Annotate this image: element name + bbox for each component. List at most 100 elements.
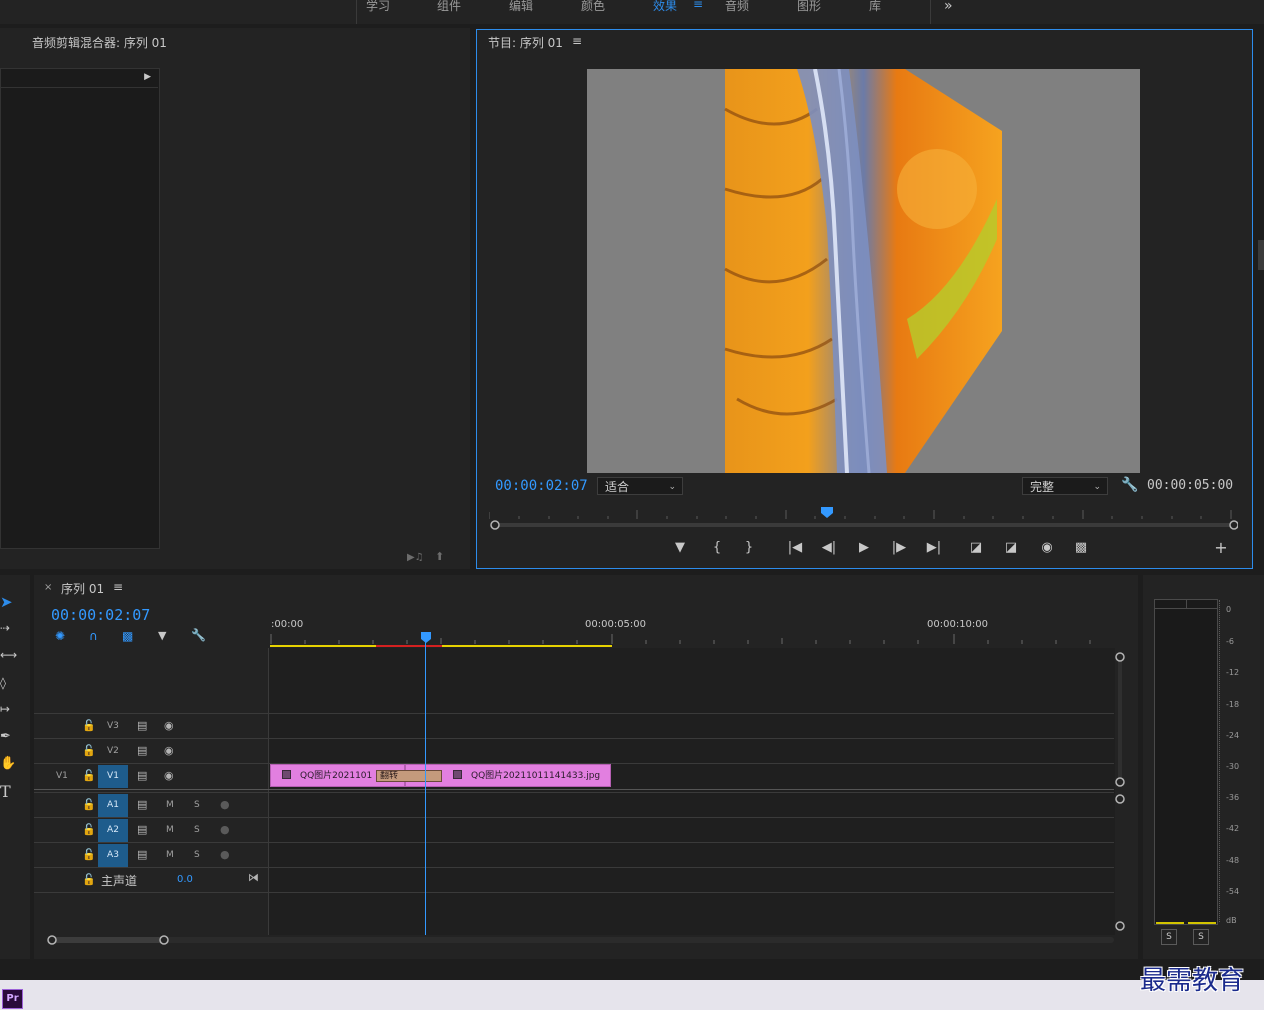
track-header-a2[interactable]: 🔓 A2 ▤ M S ● bbox=[34, 818, 269, 842]
loop-playback-icon[interactable]: ▶♫ bbox=[407, 552, 424, 563]
solo-right-button[interactable]: S bbox=[1193, 929, 1209, 945]
workspace-effects[interactable]: 效果 bbox=[653, 0, 677, 14]
mark-out-icon[interactable]: } bbox=[739, 540, 759, 555]
type-tool-icon[interactable]: T bbox=[0, 782, 11, 801]
track-target-a3[interactable]: A3 bbox=[98, 844, 128, 867]
mute-button[interactable]: M bbox=[166, 800, 174, 810]
sync-lock-icon[interactable]: ▤ bbox=[137, 823, 147, 836]
lock-icon[interactable]: 🔓 bbox=[82, 848, 96, 861]
meter-scale-label: 0 bbox=[1226, 605, 1232, 614]
solo-button[interactable]: S bbox=[194, 800, 200, 810]
step-forward-icon[interactable]: |▶ bbox=[889, 540, 909, 555]
zoom-fit-select[interactable]: 适合 ⌄ bbox=[597, 477, 683, 495]
eye-icon[interactable]: ◉ bbox=[164, 769, 174, 782]
workspace-graphics[interactable]: 图形 bbox=[797, 0, 821, 14]
solo-left-button[interactable]: S bbox=[1161, 929, 1177, 945]
workspace-editing[interactable]: 编辑 bbox=[509, 0, 533, 14]
master-volume-value[interactable]: 0.0 bbox=[177, 874, 193, 885]
comparison-view-icon[interactable]: ▩ bbox=[1071, 540, 1091, 555]
program-playhead[interactable] bbox=[820, 507, 834, 519]
lock-icon[interactable]: 🔓 bbox=[82, 798, 96, 811]
lock-icon[interactable]: 🔓 bbox=[82, 823, 96, 836]
workspace-libraries[interactable]: 库 bbox=[869, 0, 881, 14]
playhead-handle[interactable] bbox=[420, 632, 432, 644]
more-workspaces-icon[interactable]: » bbox=[944, 0, 953, 14]
workspace-color[interactable]: 颜色 bbox=[581, 0, 605, 14]
track-target-v1[interactable]: V1 bbox=[98, 765, 128, 788]
panel-menu-icon[interactable]: ≡ bbox=[113, 580, 123, 594]
sync-lock-icon[interactable]: ▤ bbox=[137, 744, 147, 757]
track-select-tool-icon[interactable]: ⇢ bbox=[0, 621, 10, 635]
track-header-a3[interactable]: 🔓 A3 ▤ M S ● bbox=[34, 843, 269, 867]
snap-magnet-icon[interactable]: ∩ bbox=[89, 629, 98, 643]
workspace-audio[interactable]: 音频 bbox=[725, 0, 749, 14]
workspace-assembly[interactable]: 组件 bbox=[437, 0, 461, 14]
panel-menu-icon[interactable]: ≡ bbox=[572, 34, 582, 48]
track-header-v1[interactable]: V1 🔓 V1 ▤ ◉ bbox=[34, 764, 269, 788]
program-time-ruler[interactable] bbox=[488, 507, 1239, 537]
microphone-icon[interactable]: ● bbox=[220, 848, 230, 861]
step-back-icon[interactable]: ◀| bbox=[819, 540, 839, 555]
insert-nest-icon[interactable]: ✺ bbox=[55, 629, 65, 643]
lock-icon[interactable]: 🔓 bbox=[82, 873, 96, 886]
eye-icon[interactable]: ◉ bbox=[164, 719, 174, 732]
track-header-v2[interactable]: 🔓 V2 ▤ ◉ bbox=[34, 739, 269, 763]
window-scroll-handle[interactable] bbox=[1258, 240, 1264, 270]
sync-lock-icon[interactable]: ▤ bbox=[137, 769, 147, 782]
vertical-zoom-scroll[interactable] bbox=[1112, 648, 1128, 938]
meter-scale-label: -48 bbox=[1226, 856, 1240, 865]
playback-resolution-select[interactable]: 完整 ⌄ bbox=[1022, 477, 1108, 495]
export-frame-camera-icon[interactable]: ◉ bbox=[1037, 540, 1057, 555]
lift-icon[interactable]: ◪ bbox=[966, 540, 986, 555]
workspace-learning[interactable]: 学习 bbox=[366, 0, 390, 14]
microphone-icon[interactable]: ● bbox=[220, 798, 230, 811]
track-target-a1[interactable]: A1 bbox=[98, 794, 128, 817]
sync-lock-icon[interactable]: ▤ bbox=[137, 798, 147, 811]
go-to-edit-point-icon[interactable]: ⧒ bbox=[248, 871, 259, 884]
settings-wrench-icon[interactable]: 🔧 bbox=[1121, 477, 1138, 493]
go-to-in-icon[interactable]: |◀ bbox=[785, 540, 805, 555]
solo-button[interactable]: S bbox=[194, 825, 200, 835]
close-tab-icon[interactable]: × bbox=[44, 582, 52, 593]
play-icon[interactable]: ▶ bbox=[854, 540, 874, 555]
horizontal-zoom-scroll[interactable] bbox=[44, 932, 1116, 948]
microphone-icon[interactable]: ● bbox=[220, 823, 230, 836]
lock-icon[interactable]: 🔓 bbox=[82, 744, 96, 757]
add-button-icon[interactable]: + bbox=[1211, 538, 1231, 557]
eye-icon[interactable]: ◉ bbox=[164, 744, 174, 757]
sync-lock-icon[interactable]: ▤ bbox=[137, 719, 147, 732]
workspace-menu-icon[interactable]: ≡ bbox=[693, 0, 703, 11]
add-marker-icon[interactable]: ▼ bbox=[158, 629, 166, 642]
razor-tool-icon[interactable]: ◊ bbox=[0, 676, 6, 690]
hand-tool-icon[interactable]: ✋ bbox=[0, 756, 16, 771]
premiere-app-icon[interactable]: Pr bbox=[2, 989, 23, 1009]
extract-icon[interactable]: ◪ bbox=[1001, 540, 1021, 555]
export-icon[interactable]: ⬆ bbox=[435, 550, 444, 563]
transition-clip[interactable]: 翻转 bbox=[376, 770, 442, 782]
track-header-master[interactable]: 🔓 主声道 0.0 ⧒ bbox=[34, 868, 269, 892]
program-current-time[interactable]: 00:00:02:07 bbox=[495, 478, 588, 494]
ripple-edit-tool-icon[interactable]: ⟷ bbox=[0, 648, 17, 662]
expand-arrow-icon[interactable]: ▶ bbox=[144, 72, 151, 82]
timeline-ruler[interactable] bbox=[270, 632, 1120, 648]
track-target-a2[interactable]: A2 bbox=[98, 819, 128, 842]
timeline-settings-icon[interactable]: 🔧 bbox=[191, 628, 206, 642]
mute-button[interactable]: M bbox=[166, 850, 174, 860]
source-patch-v1[interactable]: V1 bbox=[56, 771, 68, 781]
lock-icon[interactable]: 🔓 bbox=[82, 719, 96, 732]
pen-tool-icon[interactable]: ✒ bbox=[0, 729, 11, 744]
solo-button[interactable]: S bbox=[194, 850, 200, 860]
linked-selection-icon[interactable]: ▩ bbox=[122, 629, 133, 643]
track-header-a1[interactable]: 🔓 A1 ▤ M S ● bbox=[34, 793, 269, 817]
go-to-out-icon[interactable]: ▶| bbox=[924, 540, 944, 555]
mark-in-icon[interactable]: { bbox=[707, 540, 727, 555]
mute-button[interactable]: M bbox=[166, 825, 174, 835]
selection-tool-icon[interactable]: ➤ bbox=[0, 593, 13, 611]
lock-icon[interactable]: 🔓 bbox=[82, 769, 96, 782]
timeline-current-time[interactable]: 00:00:02:07 bbox=[51, 606, 150, 624]
add-marker-icon[interactable]: ▼ bbox=[670, 540, 690, 555]
track-header-v3[interactable]: 🔓 V3 ▤ ◉ bbox=[34, 714, 269, 738]
sync-lock-icon[interactable]: ▤ bbox=[137, 848, 147, 861]
timeline-playhead[interactable] bbox=[420, 632, 432, 935]
slip-tool-icon[interactable]: ↦ bbox=[0, 702, 10, 716]
